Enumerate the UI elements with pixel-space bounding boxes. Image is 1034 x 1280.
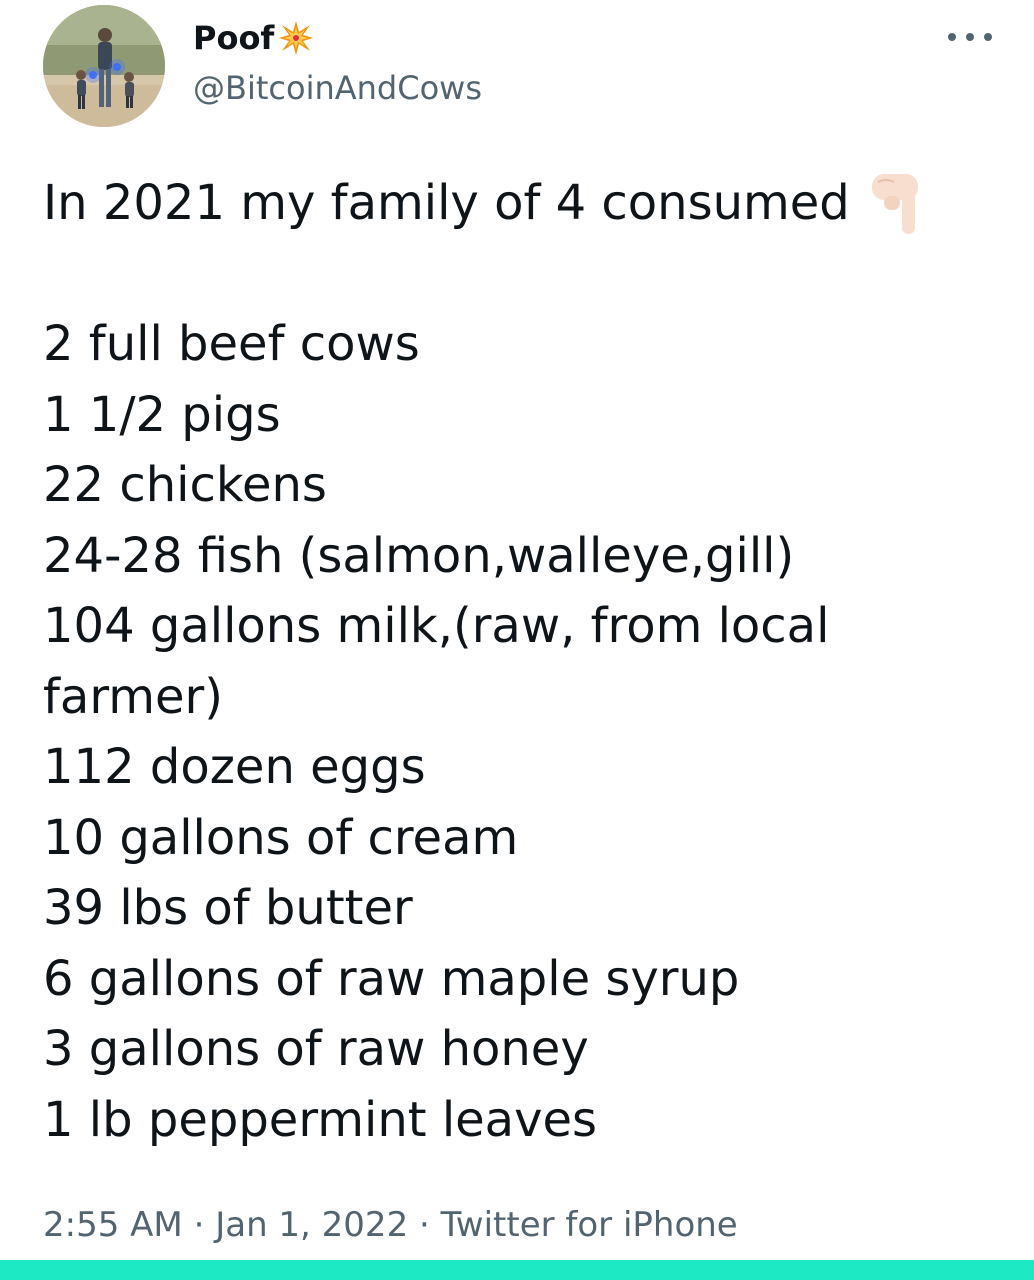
- avatar[interactable]: [43, 5, 165, 127]
- display-name-text: Poof: [193, 19, 275, 57]
- tweet-item: 22 chickens: [43, 457, 327, 513]
- tweet-item: 1 1/2 pigs: [43, 386, 281, 443]
- more-dot-icon: [984, 33, 992, 41]
- display-name[interactable]: Poof: [193, 18, 314, 58]
- tweet-item: 2 full beef cows: [43, 316, 420, 372]
- tweet-text: In 2021 my family of 4 consumed 2 full b…: [43, 168, 1003, 1155]
- meta-separator: ·: [193, 1205, 205, 1245]
- tweet-item: 6 gallons of raw maple syrup: [43, 950, 740, 1007]
- tweet-item: 104 gallons milk,(raw, from local: [43, 598, 830, 654]
- backhand-index-pointing-down-icon: [871, 174, 918, 235]
- bottom-accent-bar: [0, 1260, 1034, 1280]
- avatar-photo: [43, 5, 165, 127]
- tweet-intro-line: In 2021 my family of 4 consumed: [43, 168, 1003, 239]
- tweet-time-link[interactable]: 2:55 AM: [43, 1205, 183, 1245]
- tweet-item: 112 dozen eggs: [43, 739, 426, 795]
- tweet-intro: In 2021 my family of 4 consumed: [43, 175, 850, 231]
- more-dot-icon: [948, 33, 956, 41]
- more-dot-icon: [966, 33, 974, 41]
- tweet-meta: 2:55 AM · Jan 1, 2022 · Twitter for iPho…: [43, 1203, 738, 1247]
- tweet-source-link[interactable]: Twitter for iPhone: [441, 1205, 738, 1245]
- tweet-item: farmer): [43, 668, 223, 725]
- more-options-button[interactable]: [948, 22, 992, 52]
- meta-separator: ·: [419, 1205, 430, 1245]
- user-handle[interactable]: @BitcoinAndCows: [193, 68, 482, 108]
- tweet-item: 3 gallons of raw honey: [43, 1021, 589, 1077]
- tweet-item: 10 gallons of cream: [43, 809, 519, 866]
- tweet-date-link[interactable]: Jan 1, 2022: [215, 1205, 408, 1245]
- tweet-item: 1 lb peppermint leaves: [43, 1091, 598, 1148]
- tweet-item: 24-28 fish (salmon,walleye,gill): [43, 527, 795, 584]
- tweet-item: 39 lbs of butter: [43, 880, 413, 936]
- collision-icon: [279, 21, 314, 55]
